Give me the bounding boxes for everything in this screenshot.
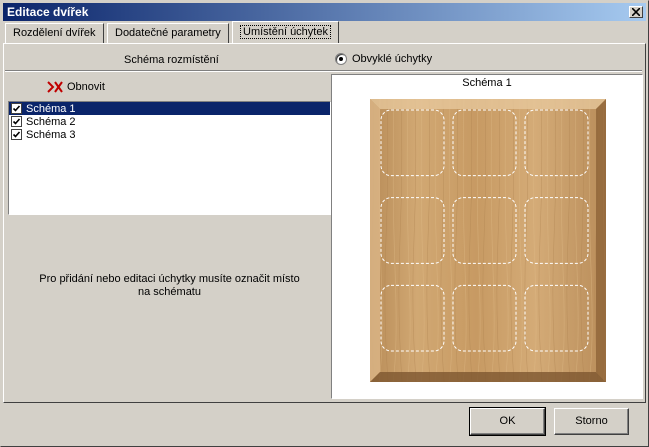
radio-selected-icon[interactable] [335,53,347,65]
handle-type-radio[interactable]: Obvyklé úchytky [335,53,432,65]
hint-line: Pro přidání nebo editaci úchytky musíte … [39,273,300,285]
schema-list-item[interactable]: Schéma 1 [9,102,330,115]
checkmark-icon [12,131,21,138]
door-grain [370,99,606,382]
cancel-button[interactable]: Storno [554,408,629,435]
hint-text: Pro přidání nebo editaci úchytky musíte … [8,273,331,299]
ok-button[interactable]: OK [469,407,546,436]
door-bevel-left [370,99,380,382]
door-bevel-top [370,99,606,109]
tab-door-split[interactable]: Rozdělení dvířek [5,23,104,43]
window-title: Editace dvířek [7,5,89,19]
divider [5,70,642,72]
tab-extra-params[interactable]: Dodatečné parametry [107,23,229,43]
close-button[interactable] [629,6,643,18]
schema-list[interactable]: Schéma 1 Schéma 2 Schéma 3 [8,101,331,215]
schema-list-item[interactable]: Schéma 2 [9,115,330,128]
checkmark-icon [12,118,21,125]
checkbox[interactable] [11,116,22,127]
dialog-window: Editace dvířek Rozdělení dvířek Dodatečn… [0,0,649,447]
radio-label: Obvyklé úchytky [352,53,433,65]
tab-label: Umístění úchytek [240,25,331,39]
checkbox[interactable] [11,129,22,140]
schema-preview: Schéma 1 [331,74,643,399]
checkmark-icon [12,105,21,112]
schema-list-item[interactable]: Schéma 3 [9,128,330,141]
schema-label: Schéma 1 [26,102,76,115]
tab-handle-placement[interactable]: Umístění úchytek [232,21,339,43]
schema-label: Schéma 2 [26,115,76,128]
refresh-icon [47,81,63,93]
schema-section-label: Schéma rozmístění [124,54,219,66]
refresh-label: Obnovit [67,81,105,93]
tab-label: Dodatečné parametry [115,27,221,39]
close-icon [632,8,640,16]
title-bar[interactable]: Editace dvířek [3,3,646,21]
tab-label: Rozdělení dvířek [13,27,96,39]
door-canvas[interactable] [370,99,606,382]
preview-title: Schéma 1 [462,77,512,89]
refresh-button[interactable]: Obnovit [47,80,105,94]
door-bevel-right [596,99,606,382]
checkbox[interactable] [11,103,22,114]
door-bevel-bottom [370,372,606,382]
schema-label: Schéma 3 [26,128,76,141]
hint-line: na schématu [138,286,201,298]
